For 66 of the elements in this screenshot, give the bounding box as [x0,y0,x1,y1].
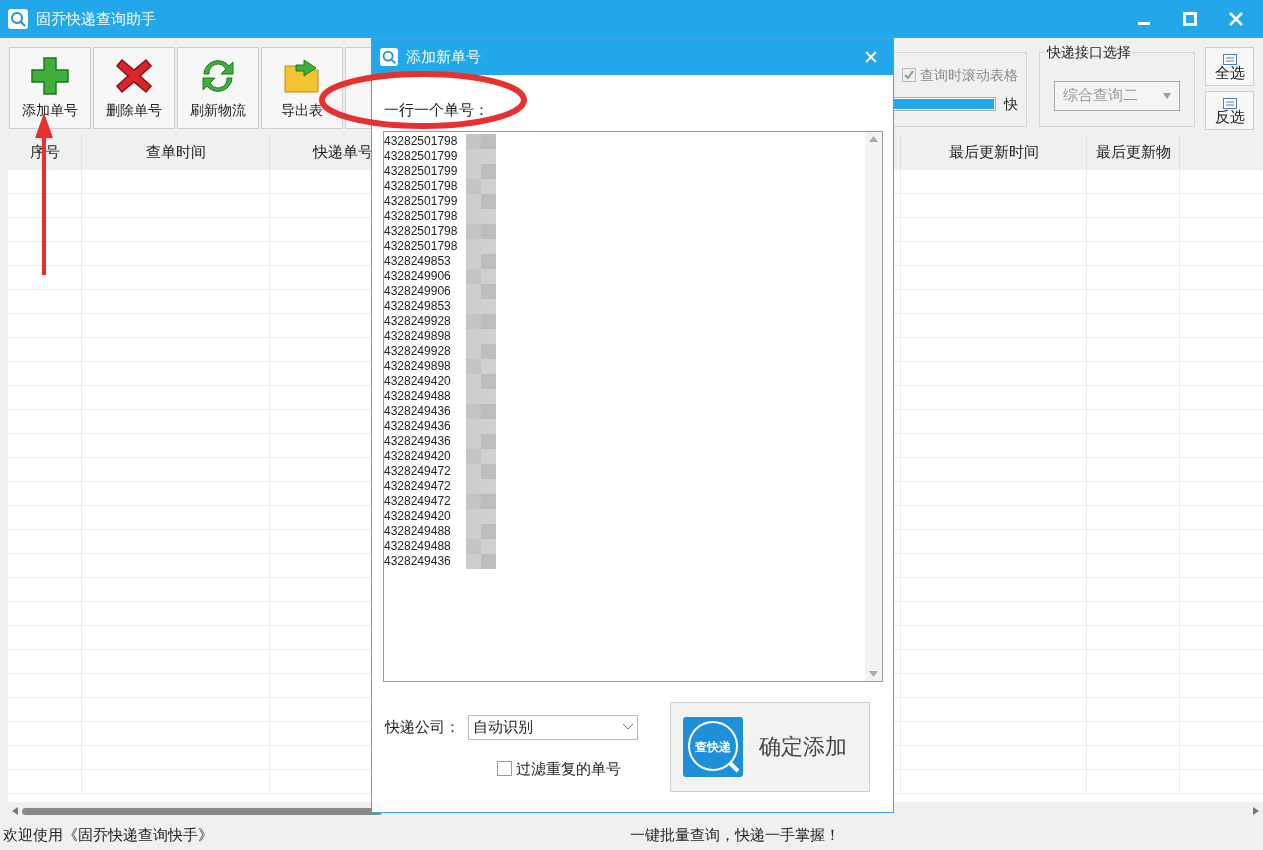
tracking-number: 4328249906 [384,283,451,299]
select-button[interactable]: 反选 [1205,91,1254,130]
tracking-number: 4328249420 [384,508,451,524]
close-icon[interactable] [865,51,877,63]
tracking-number: 4328249472 [384,463,451,479]
list-icon [1222,97,1237,109]
scroll-up-icon[interactable] [869,135,878,142]
status-text: 欢迎使用《固乔快递查询快手》 [2,824,214,845]
tracking-number: 4328249472 [384,493,451,509]
tracking-number: 4328249488 [384,523,451,539]
scroll-right-icon[interactable] [1253,807,1259,815]
tracking-number: 43282501798 [384,208,458,224]
checkbox-label: 过滤重复的单号 [516,758,621,779]
select-button[interactable]: 全选 [1205,47,1254,86]
maximize-icon[interactable] [1183,12,1197,26]
tracking-number: 43282501798 [384,133,458,149]
tracking-number: 4328249436 [384,553,451,569]
tracking-number: 4328249436 [384,433,451,449]
dialog-title: 添加新单号 [406,46,481,67]
tracking-number: 4328249420 [384,373,451,389]
vertical-scrollbar[interactable] [865,131,882,681]
company-select[interactable]: 自动识别 [468,714,638,740]
tracking-number: 4328249898 [384,358,451,374]
speed-label: 快 [1004,94,1018,114]
filter-checkbox[interactable] [497,761,512,777]
chevron-down-icon [623,724,633,730]
tracking-number: 43282501798 [384,238,458,254]
tracking-number: 43282501798 [384,223,458,239]
tracking-number: 43282501799 [384,163,458,179]
tracking-number: 4328249898 [384,328,451,344]
check-icon [903,69,915,81]
toolbar-button[interactable]: 刷新物流 [177,47,259,129]
close-icon[interactable] [1229,12,1243,26]
plus-icon [30,55,70,96]
status-text: 一键批量查询，快递一手掌握！ [630,824,840,845]
list-icon [1222,53,1237,65]
window-title: 固乔快递查询助手 [36,8,156,29]
scroll-left-icon[interactable] [12,807,18,815]
tracking-number: 4328249420 [384,448,451,464]
tracking-number: 4328249472 [384,478,451,494]
tracking-number: 4328249928 [384,343,451,359]
app-icon [380,48,398,66]
confirm-add-button[interactable]: 查快递 确定添加 [670,701,870,792]
scroll-thumb[interactable] [22,807,382,815]
company-label: 快递公司： [385,716,460,737]
tracking-number: 4328249853 [384,253,451,269]
tracking-number: 4328249906 [384,268,451,284]
numbers-textarea[interactable] [383,130,883,682]
toolbar-button[interactable]: 导出表 [261,47,343,129]
tracking-number: 4328249436 [384,418,451,434]
prompt-label: 一行一个单号： [384,100,490,120]
app-icon [8,9,28,29]
tracking-number: 4328249488 [384,388,451,404]
tracking-number: 4328249488 [384,538,451,554]
checkbox-label: 查询时滚动表格 [920,65,1018,85]
tracking-number: 43282501799 [384,148,458,164]
toolbar-button[interactable]: 删除单号 [93,47,175,129]
express-search-icon: 查快递 [683,716,743,777]
toolbar-button[interactable]: 添加单号 [9,47,91,129]
tracking-number: 4328249853 [384,298,451,314]
tracking-number: 4328249436 [384,403,451,419]
scroll-down-icon[interactable] [869,670,878,677]
caret-icon [1163,92,1171,99]
tracking-number: 4328249928 [384,313,451,329]
tracking-number: 43282501798 [384,178,458,194]
tracking-number: 43282501799 [384,193,458,209]
